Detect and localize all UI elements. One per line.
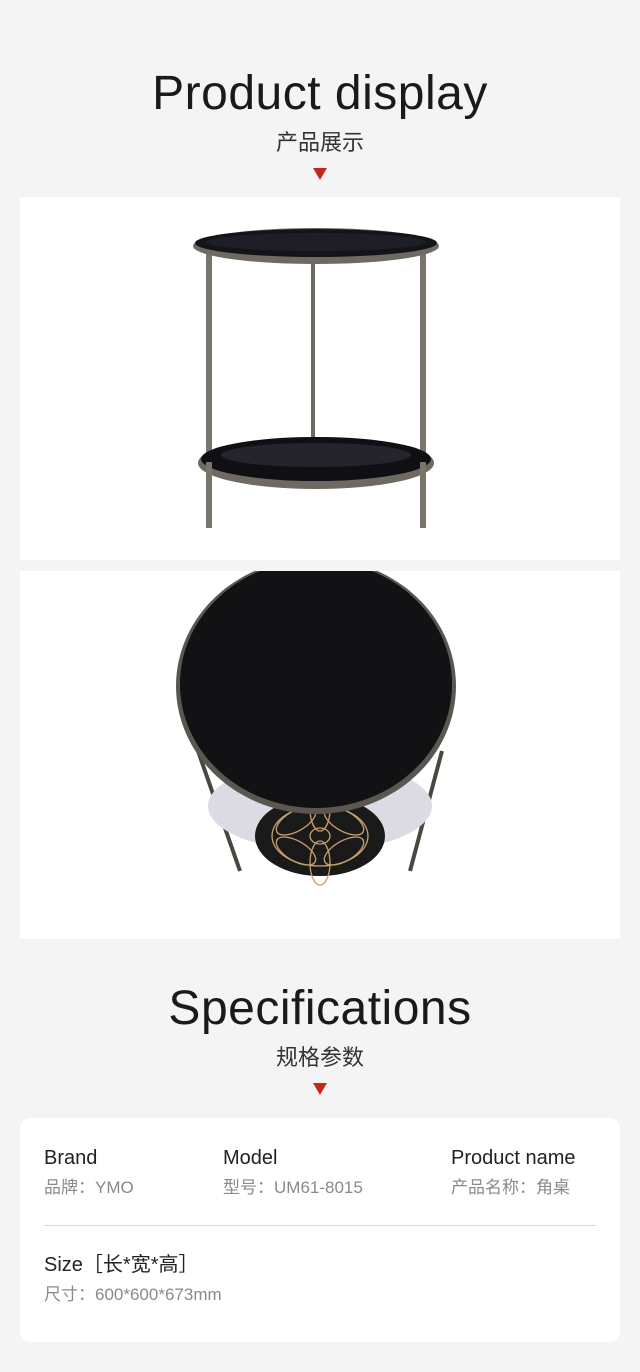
- spec-divider: [44, 1225, 596, 1226]
- section-title-en: Specifications: [168, 982, 472, 1035]
- spec-product-name: Product name 产品名称：角桌: [451, 1148, 576, 1196]
- spec-value: 品牌：YMO: [44, 1178, 134, 1197]
- product-display-header: Product display 产品展示: [0, 70, 640, 180]
- spec-label: Brand: [44, 1147, 98, 1169]
- down-triangle-icon: [313, 1083, 327, 1095]
- spec-label: Model: [223, 1147, 278, 1169]
- spec-value: 尺寸：600*600*673mm: [44, 1285, 222, 1304]
- specifications-card: Brand 品牌：YMO Model 型号：UM61-8015 Product …: [20, 1118, 620, 1342]
- table-top-illustration: [176, 571, 456, 886]
- section-title-en: Product display: [152, 67, 488, 120]
- spec-label: Product name: [451, 1147, 576, 1169]
- spec-value: 产品名称：角桌: [451, 1178, 570, 1197]
- down-triangle-icon: [313, 168, 327, 180]
- section-title-cn: 产品展示: [275, 130, 364, 155]
- section-title-cn: 规格参数: [275, 1045, 364, 1070]
- spec-value: 型号：UM61-8015: [223, 1178, 363, 1197]
- product-photo-side: [20, 197, 620, 560]
- specifications-header: Specifications 规格参数: [0, 985, 640, 1095]
- spec-brand: Brand 品牌：YMO: [44, 1148, 134, 1196]
- spec-label: Size［长*宽*高］: [44, 1254, 199, 1276]
- spec-size: Size［长*宽*高］ 尺寸：600*600*673mm: [44, 1255, 222, 1303]
- spec-model: Model 型号：UM61-8015: [223, 1148, 363, 1196]
- side-table-illustration: [193, 228, 439, 528]
- product-photo-top: [20, 571, 620, 939]
